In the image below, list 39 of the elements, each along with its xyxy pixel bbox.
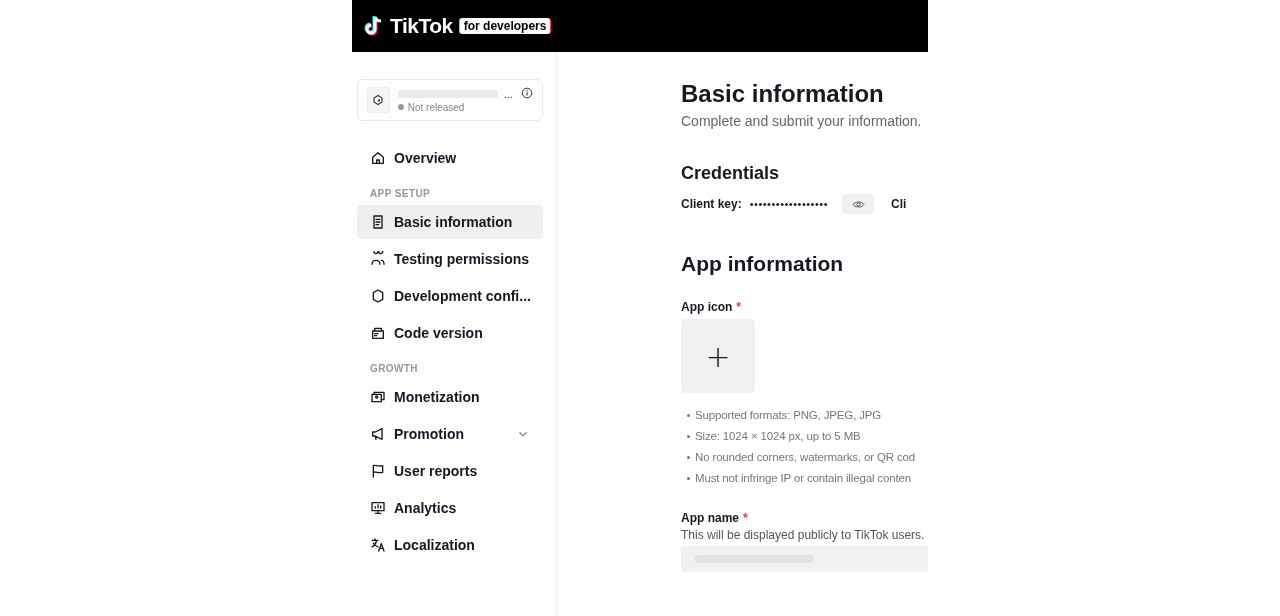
- page-title: Basic information: [681, 80, 885, 108]
- client-key-label: Client key:: [681, 197, 742, 211]
- section-heading: App information: [681, 252, 845, 276]
- brand-name: TikTok: [390, 14, 453, 38]
- page-subtitle: Complete and submit your information.: [681, 113, 923, 129]
- client-key-value: ••••••••••••••••••: [749, 198, 828, 210]
- info-icon[interactable]: [520, 86, 533, 100]
- field-hint: This will be displayed publicly to TikTok users.: [681, 528, 926, 542]
- nav-item[interactable]: Code version: [357, 316, 543, 350]
- nav-item[interactable]: Overview: [357, 141, 543, 175]
- client-secret-label: Cli: [891, 197, 907, 211]
- nav-section-label: APP SETUP: [369, 187, 432, 201]
- nav-item[interactable]: Localization: [357, 528, 543, 562]
- app-card[interactable]: ... Not released: [357, 79, 543, 121]
- requirement-item: Supported formats: PNG, JPEG, JPG: [687, 405, 928, 426]
- requirement-item: No rounded corners, watermarks, or QR cod: [687, 447, 928, 468]
- app-icon: [367, 87, 390, 113]
- name-ellipsis: ...: [503, 87, 513, 100]
- field-label: App icon *: [681, 300, 742, 314]
- developers-badge: for developers: [459, 18, 551, 34]
- nav-item[interactable]: Monetization: [357, 380, 543, 414]
- upload-icon-button[interactable]: +: [681, 319, 755, 393]
- nav-item[interactable]: User reports: [357, 454, 543, 488]
- show-key-button[interactable]: [842, 194, 874, 214]
- nav-item[interactable]: Analytics: [357, 491, 543, 525]
- field-label: App name *: [681, 511, 749, 525]
- required-mark: *: [743, 511, 748, 525]
- nav-item[interactable]: Basic information: [357, 205, 543, 239]
- nav-item[interactable]: Promotion: [357, 417, 543, 451]
- app-name-field[interactable]: [681, 546, 928, 572]
- status-dot-icon: [397, 104, 404, 110]
- nav-section-label: GROWTH: [369, 362, 419, 376]
- release-status: Not released: [407, 101, 465, 113]
- section-heading: Credentials: [681, 163, 781, 184]
- nav-item[interactable]: Testing permissions: [357, 242, 543, 276]
- requirement-item: Must not infringe IP or contain illegal conten: [687, 468, 928, 489]
- required-mark: *: [736, 300, 741, 314]
- nav-item[interactable]: Development confi...: [357, 279, 543, 313]
- requirement-item: Size: 1024 × 1024 px, up to 5 MB: [687, 426, 928, 447]
